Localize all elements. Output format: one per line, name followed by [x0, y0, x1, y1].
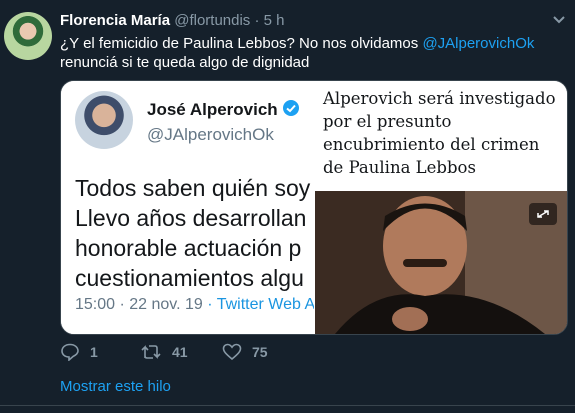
retweet-button[interactable]: 41	[140, 343, 188, 361]
author-handle[interactable]: @flortundis	[174, 12, 250, 29]
expand-icon[interactable]	[529, 203, 557, 225]
quoted-author-name-text: José Alperovich	[147, 100, 278, 119]
like-count: 75	[252, 344, 268, 360]
tweet-time[interactable]: 5 h	[264, 12, 285, 29]
news-image[interactable]: Alperovich será investigado por el presu…	[315, 81, 567, 334]
quoted-line: Todos saben quién soy	[75, 175, 311, 201]
quoted-avatar	[75, 91, 133, 149]
avatar[interactable]	[4, 12, 52, 60]
quoted-author-name: José Alperovich	[147, 99, 300, 120]
tweet-header: Florencia María @flortundis · 5 h	[60, 12, 285, 29]
tweet-text-part1: ¿Y el femicidio de Paulina Lebbos? No no…	[60, 35, 423, 52]
quoted-tweet-text: Todos saben quién soy Llevo años desarro…	[75, 173, 310, 293]
reply-count: 1	[90, 344, 98, 360]
quoted-author-handle: @JAlperovichOk	[147, 125, 274, 144]
verified-icon	[282, 100, 299, 116]
tweet-text-part2: renunciá si te queda algo de dignidad	[60, 54, 310, 71]
reply-button[interactable]: 1	[60, 343, 98, 361]
quoted-tweet-image[interactable]: José Alperovich @JAlperovichOk Todos sab…	[61, 81, 314, 334]
quoted-timestamp: 15:00 · 22 nov. 19	[75, 296, 203, 313]
media-card[interactable]: José Alperovich @JAlperovichOk Todos sab…	[60, 80, 568, 335]
quoted-footer: 15:00 · 22 nov. 19 · Twitter Web A	[75, 296, 314, 314]
separator: ·	[254, 12, 260, 29]
reply-icon	[61, 343, 79, 361]
news-photo	[315, 191, 567, 334]
mention-link[interactable]: @JAlperovichOk	[422, 35, 534, 52]
quoted-source: · Twitter Web A	[202, 296, 314, 313]
tweet-actions: 1 41 75	[60, 343, 380, 363]
author-name[interactable]: Florencia María	[60, 12, 170, 29]
tweet-text: ¿Y el femicidio de Paulina Lebbos? No no…	[60, 34, 565, 72]
retweet-icon	[141, 345, 161, 359]
retweet-count: 41	[172, 344, 188, 360]
chevron-down-icon[interactable]	[552, 12, 566, 26]
like-button[interactable]: 75	[222, 343, 268, 361]
show-thread-link[interactable]: Mostrar este hilo	[60, 378, 171, 395]
quoted-line: cuestionamientos algu	[75, 265, 304, 291]
quoted-line: Llevo años desarrollan	[75, 205, 307, 231]
divider	[0, 405, 575, 406]
like-icon	[222, 343, 242, 361]
quoted-line: honorable actuación p	[75, 235, 302, 261]
news-headline: Alperovich será investigado por el presu…	[323, 89, 556, 177]
